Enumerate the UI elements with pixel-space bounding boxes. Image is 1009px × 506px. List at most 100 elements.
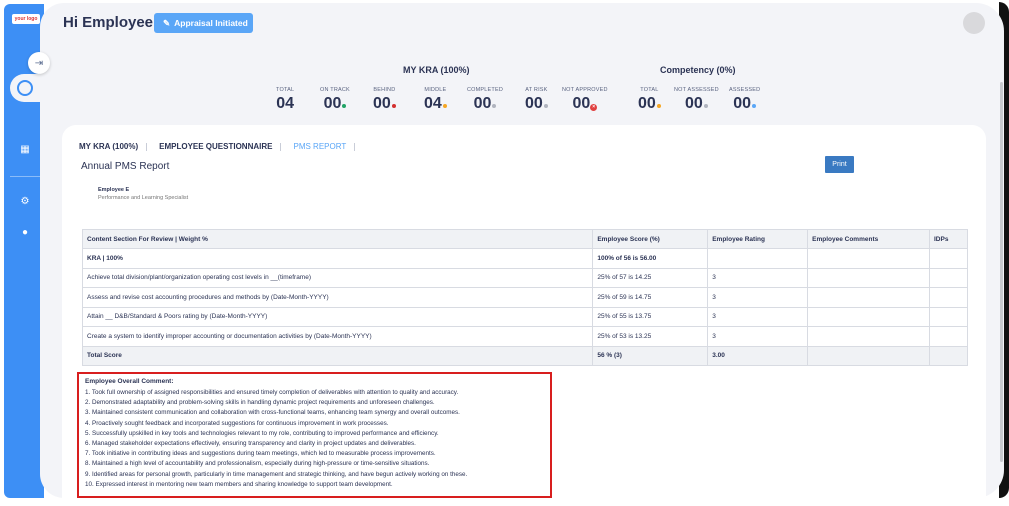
table-cell: KRA | 100% [81,248,594,269]
stat-label: ASSESSED [729,87,761,93]
table-cell: 25% of 57 is 14.25 [592,267,709,288]
table-cell: Assess and revise cost accounting proced… [81,287,594,308]
stat-number: 04 [276,95,294,112]
column-header: Employee Rating [707,229,809,249]
target-icon [17,80,33,96]
logo: your logo [12,14,40,24]
stat-label: MIDDLE [424,87,447,93]
stat-number: 00 [685,95,703,112]
stat-value: 00 [373,95,396,113]
table-cell [929,345,968,366]
tab-employee-questionnaire[interactable]: EMPLOYEE QUESTIONNAIRE [159,143,282,151]
employee-role: Performance and Learning Specialist [98,195,189,201]
table-cell [807,326,930,347]
user-icon[interactable]: ● [19,227,31,239]
table-cell [929,306,968,327]
table-cell: Achieve total division/plant/organizatio… [81,267,594,288]
stat-number: 00 [373,95,391,112]
table-cell: Attain __ D&B/Standard & Poors rating by… [81,306,594,327]
table-cell: 3 [707,287,809,308]
stat-label: ON TRACK [320,87,350,93]
stat-number: 00 [525,95,543,112]
table-cell: 3 [707,306,809,327]
tab-my-kra[interactable]: MY KRA (100%) [79,143,148,151]
table-cell: 25% of 55 is 13.75 [592,306,709,327]
overall-comment-box: Employee Overall Comment: 1. Took full o… [77,372,552,498]
stat-value: 04 [276,95,294,113]
stat-completed[interactable]: COMPLETED 00 [467,87,503,113]
status-dot-icon [703,104,708,108]
table-cell: Create a system to identify improper acc… [81,326,594,347]
table-cell [807,345,930,366]
stat-not-assessed[interactable]: NOT ASSESSED 00 [674,87,719,113]
stat-middle[interactable]: MIDDLE 04 [424,87,447,113]
stat-number: 04 [424,95,442,112]
stat-label: AT RISK [525,87,548,93]
table-row: Assess and revise cost accounting proced… [81,287,968,308]
table-cell [807,287,930,308]
status-dot-icon [342,104,347,108]
stat-value: 00 [467,95,503,113]
table-cell [707,248,809,269]
table-cell: 3.00 [707,345,809,366]
pms-report-table: Content Section For Review | Weight % Em… [81,229,968,366]
sidebar-item-dashboard[interactable] [4,74,44,102]
comment-line: 10. Expressed interest in mentoring new … [85,480,393,488]
gear-icon[interactable]: ⚙ [19,196,31,208]
status-dot-icon [543,104,548,108]
stat-number: 00 [638,95,656,112]
overall-comment-title: Employee Overall Comment: [85,378,174,385]
stat-value: 04 [424,95,447,113]
stat-total[interactable]: TOTAL 04 [276,87,294,113]
stat-assessed[interactable]: ASSESSED 00 [729,87,760,113]
stat-number: 00 [323,95,342,112]
status-badge-label: Appraisal Initiated [174,18,248,28]
table-cell [807,306,930,327]
stat-on-track[interactable]: ON TRACK 00 [320,87,350,113]
table-row: Total Score 56 % (3) 3.00 [81,345,968,366]
overall-comment-list: 1. Took full ownership of assigned respo… [85,388,544,490]
comment-line: 2. Demonstrated adaptability and problem… [85,399,435,407]
scrollbar[interactable] [1000,82,1003,462]
page-title: Hi Employee E [63,14,168,31]
status-dot-icon [442,104,447,108]
status-dot-icon [391,104,396,108]
tab-bar: MY KRA (100%) EMPLOYEE QUESTIONNAIRE PMS… [79,143,367,151]
table-cell [929,326,968,347]
report-title: Annual PMS Report [81,161,170,172]
not-approved-icon: × [590,104,598,111]
stat-label: TOTAL [276,87,295,93]
stat-value: 00 [320,95,350,113]
document-icon[interactable]: ▦ [19,144,31,156]
stat-value: 00 × [562,95,608,113]
stat-number: 00 [473,95,492,112]
status-badge: ✎ Appraisal Initiated [154,13,253,33]
print-button[interactable]: Print [825,156,854,173]
comment-line: 4. Proactively sought feedback and incor… [85,419,389,427]
stat-value: 00 [525,95,548,113]
comment-line: 5. Successfully upskilled in key tools a… [85,429,439,437]
kra-stats-title: MY KRA (100%) [403,65,470,75]
column-header: Content Section For Review | Weight % [81,229,594,249]
status-dot-icon [752,104,757,108]
collapse-sidebar-button[interactable]: ⇥ [28,52,50,74]
table-cell: 100% of 56 is 56.00 [592,248,709,269]
tab-pms-report[interactable]: PMS REPORT [293,143,356,151]
stat-value: 00 [674,95,719,113]
edit-icon: ✎ [163,17,171,28]
comment-line: 3. Maintained consistent communication a… [85,409,460,417]
table-cell: Total Score [81,345,594,366]
stat-not-approved[interactable]: NOT APPROVED 00 × [562,87,608,113]
column-header: Employee Score (%) [592,229,709,249]
stat-behind[interactable]: BEHIND 00 [373,87,396,113]
table-row: Create a system to identify improper acc… [81,326,968,347]
avatar[interactable] [963,12,985,34]
status-dot-icon [492,104,497,108]
column-header: Employee Comments [807,229,930,249]
table-row: KRA | 100% 100% of 56 is 56.00 [81,248,968,269]
stat-value: 00 [638,95,661,113]
stat-at-risk[interactable]: AT RISK 00 [525,87,548,113]
table-row: Achieve total division/plant/organizatio… [81,267,968,288]
employee-name: Employee E [98,187,130,193]
stat-total[interactable]: TOTAL 00 [638,87,661,113]
